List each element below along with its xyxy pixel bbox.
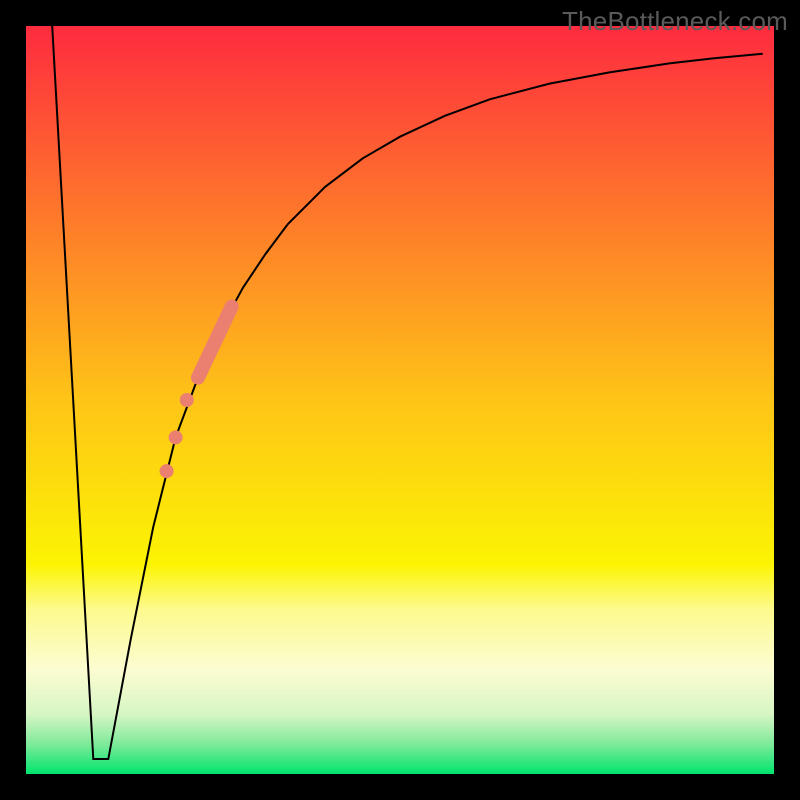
- highlight-dot: [160, 464, 174, 478]
- chart-background: [26, 26, 774, 774]
- chart-container: TheBottleneck.com: [0, 0, 800, 800]
- watermark-text: TheBottleneck.com: [562, 6, 788, 37]
- highlight-dot: [169, 430, 183, 444]
- highlight-dot: [180, 393, 194, 407]
- bottleneck-chart: [0, 0, 800, 800]
